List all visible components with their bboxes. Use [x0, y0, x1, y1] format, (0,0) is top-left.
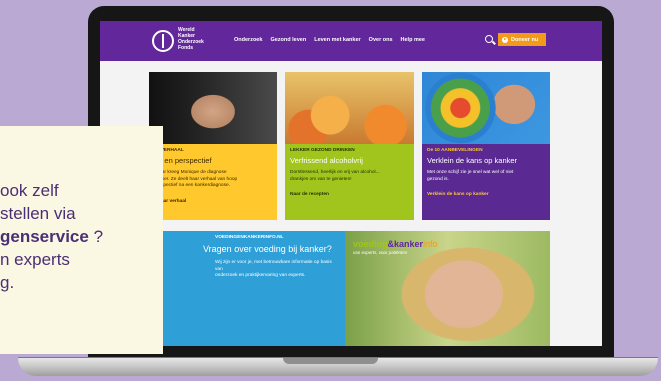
banner-category: VOEDINGENKANKERINFO.NL: [215, 235, 284, 240]
nav-item-leven-met-kanker[interactable]: Leven met kanker: [314, 37, 360, 43]
card-description: Dorstlessend, heerlijk en vrij van alcoh…: [290, 170, 380, 182]
callout-text: ook zelf stellen via genservice ? n expe…: [0, 181, 104, 292]
voeding-kanker-tagline: van experts, voor patiënten: [353, 250, 408, 255]
banner-description: Wij zijn er voor je, met betrouwbare inf…: [215, 260, 332, 278]
donate-button[interactable]: Doneer nu: [498, 33, 546, 46]
nav-item-over-ons[interactable]: Over ons: [369, 37, 393, 43]
callout-emphasis: genservice: [0, 227, 89, 246]
laptop-screen: Wereld Kanker Onderzoek Fonds Onderzoek …: [100, 21, 602, 346]
card-drinks[interactable]: LEKKER GEZOND DRINKEN Verfrissend alcoho…: [285, 72, 414, 220]
logo-icon[interactable]: [152, 30, 174, 52]
card-body: De 10 AANBEVELINGEN Verklein de kans op …: [422, 144, 550, 220]
donate-button-label: Doneer nu: [511, 36, 539, 43]
card-recommendations[interactable]: De 10 AANBEVELINGEN Verklein de kans op …: [422, 72, 550, 220]
card-photo-woman: [149, 72, 277, 144]
main-nav: Onderzoek Gezond leven Leven met kanker …: [234, 37, 425, 43]
nav-item-onderzoek[interactable]: Onderzoek: [234, 37, 262, 43]
card-category: LEKKER GEZOND DRINKEN: [290, 148, 355, 153]
card-description: Met onze schijf zie je snel wat wel of n…: [427, 170, 514, 182]
nav-item-help-mee[interactable]: Help mee: [401, 37, 425, 43]
card-link[interactable]: s haar verhaal: [154, 199, 272, 204]
card-body: LEKKER GEZOND DRINKEN Verfrissend alcoho…: [285, 144, 414, 220]
card-title[interactable]: op en perspectief: [154, 156, 272, 165]
card-link[interactable]: Naar de recepten: [290, 192, 409, 197]
banner-title[interactable]: Vragen over voeding bij kanker?: [155, 244, 339, 254]
nav-item-gezond-leven[interactable]: Gezond leven: [270, 37, 306, 43]
play-icon: [502, 36, 508, 43]
site-logo-text[interactable]: Wereld Kanker Onderzoek Fonds: [178, 27, 218, 51]
card-category: De 10 AANBEVELINGEN: [427, 148, 483, 153]
search-icon[interactable]: [485, 35, 493, 43]
card-title[interactable]: Verklein de kans op kanker: [427, 156, 545, 165]
banner-voeding[interactable]: VOEDINGENKANKERINFO.NL Vragen over voedi…: [149, 231, 345, 346]
card-body: ERVERHAAL op en perspectief g jaar kreeg…: [149, 144, 277, 220]
card-link[interactable]: Verklein de kans op kanker: [427, 192, 545, 197]
site-header: Wereld Kanker Onderzoek Fonds Onderzoek …: [100, 21, 602, 61]
card-photo-wheel: [422, 72, 550, 144]
voeding-kanker-logo: voeding&kankerinfo: [353, 239, 438, 249]
laptop-notch: [283, 358, 378, 364]
card-story[interactable]: ERVERHAAL op en perspectief g jaar kreeg…: [149, 72, 277, 220]
card-category: ERVERHAAL: [154, 148, 184, 153]
card-description: g jaar kreeg Monique de diagnose kanker.…: [154, 170, 238, 188]
banner-photo-woman[interactable]: voeding&kankerinfo van experts, voor pat…: [345, 231, 550, 346]
card-title[interactable]: Verfrissend alcoholvrij: [290, 156, 409, 165]
card-photo-drinks: [285, 72, 414, 144]
